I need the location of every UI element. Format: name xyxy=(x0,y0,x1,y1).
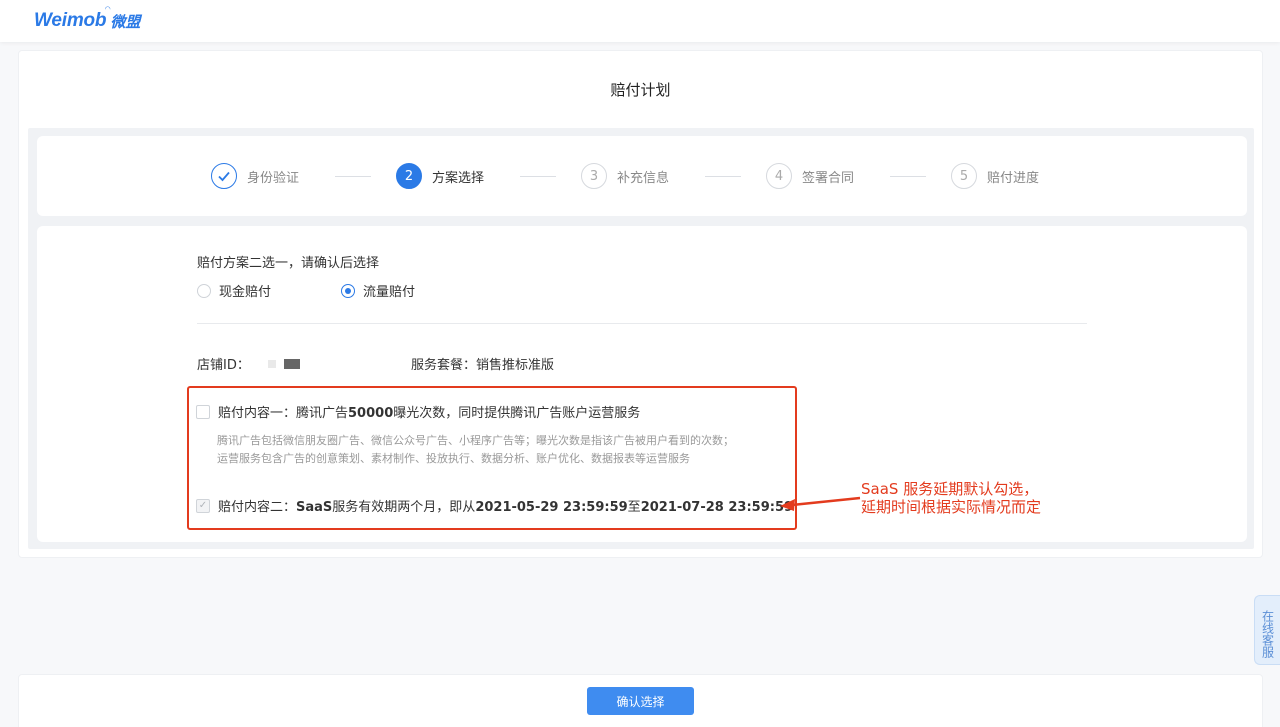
radio-cash[interactable]: 现金赔付 xyxy=(197,281,271,300)
item1-checkbox[interactable] xyxy=(196,404,210,419)
confirm-button[interactable]: 确认选择 xyxy=(587,687,694,715)
step-plan: 2 方案选择 xyxy=(396,163,484,189)
radio-circle[interactable] xyxy=(341,283,356,298)
compensation-item-1: 赔付内容一：腾讯广告50000曝光次数，同时提供腾讯广告账户运营服务 xyxy=(196,402,640,421)
step-label: 签署合同 xyxy=(802,170,855,186)
plan-radio-group: 现金赔付 流量赔付 xyxy=(197,281,415,300)
logo-text: Weimob xyxy=(34,10,107,31)
item1-description-2: 运营服务包含广告的创意策划、素材制作、投放执行、数据分析、账户优化、数据报表等运… xyxy=(217,452,690,465)
step-supplement: 3 补充信息 xyxy=(581,163,669,189)
item2-title: 赔付内容二：SaaS服务有效期两个月，即从2021-05-29 23:59:59… xyxy=(218,500,794,515)
step-number: 3 xyxy=(581,163,607,189)
signal-icon: ◠ xyxy=(105,5,111,13)
weimob-logo[interactable]: Weimob ◠ 微盟 xyxy=(34,5,141,34)
step-connector xyxy=(705,176,741,177)
top-bar: Weimob ◠ 微盟 xyxy=(0,0,1280,42)
step-number: 5 xyxy=(951,163,977,189)
redacted-block xyxy=(267,359,276,368)
plan-question: 赔付方案二选一，请确认后选择 xyxy=(197,256,380,271)
step-label: 方案选择 xyxy=(432,170,485,186)
radio-traffic[interactable]: 流量赔付 xyxy=(341,281,415,300)
annotation-text: SaaS 服务延期默认勾选， 延期时间根据实际情况而定 xyxy=(861,480,1041,516)
redacted-block xyxy=(283,358,300,369)
steps-bar: 身份验证 2 方案选择 3 补充信息 4 签署合同 5 赔付进度 xyxy=(37,136,1247,216)
step-connector xyxy=(520,176,556,177)
step-progress: 5 赔付进度 xyxy=(951,163,1039,189)
check-icon xyxy=(211,163,237,189)
radio-circle[interactable] xyxy=(197,283,211,298)
annotation-line-1: SaaS 服务延期默认勾选， xyxy=(861,480,1039,498)
item2-checkbox-checked-icon[interactable]: ✓ xyxy=(196,498,210,513)
step-number: 2 xyxy=(396,163,422,189)
compensation-item-2: ✓ 赔付内容二：SaaS服务有效期两个月，即从2021-05-29 23:59:… xyxy=(196,496,793,515)
step-label: 身份验证 xyxy=(247,170,300,186)
item1-title: 赔付内容一：腾讯广告50000曝光次数，同时提供腾讯广告账户运营服务 xyxy=(218,406,641,421)
step-contract: 4 签署合同 xyxy=(766,163,854,189)
store-id: 店铺ID： xyxy=(197,354,300,373)
step-number: 4 xyxy=(766,163,792,189)
online-service-tab[interactable]: 在线客服 xyxy=(1254,595,1280,665)
store-id-label: 店铺ID： xyxy=(197,358,250,373)
step-label: 赔付进度 xyxy=(987,170,1040,186)
logo-text-cn: 微盟 xyxy=(110,12,141,31)
divider xyxy=(197,323,1087,324)
annotation-arrow-icon xyxy=(780,496,861,511)
page-title: 赔付计划 xyxy=(610,81,671,99)
step-label: 补充信息 xyxy=(617,170,670,186)
radio-label: 现金赔付 xyxy=(219,285,272,300)
step-connector xyxy=(335,176,371,177)
service-package: 服务套餐：销售推标准版 xyxy=(411,358,555,373)
annotation-line-2: 延期时间根据实际情况而定 xyxy=(861,498,1042,516)
item1-description-1: 腾讯广告包括微信朋友圈广告、微信公众号广告、小程序广告等；曝光次数是指该广告被用… xyxy=(217,434,734,447)
step-identity: 身份验证 xyxy=(211,163,299,189)
radio-label: 流量赔付 xyxy=(363,285,416,300)
step-connector xyxy=(890,176,926,177)
